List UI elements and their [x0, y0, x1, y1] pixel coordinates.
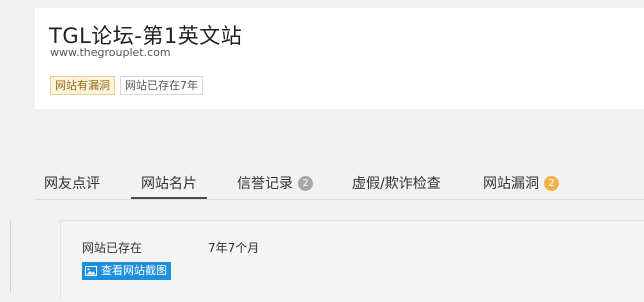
- site-header-card: TGL论坛-第1英文站 www.thegrouplet.com 网站有漏洞 网站…: [35, 8, 644, 109]
- site-age-badge: 网站已存在7年: [120, 76, 203, 95]
- tab-label: 网站漏洞: [483, 176, 539, 192]
- tab-bar: 网友点评 网站名片 信誉记录 2 虚假/欺诈检查 网站漏洞 2: [0, 160, 644, 200]
- vulnerability-badge[interactable]: 网站有漏洞: [50, 76, 115, 95]
- tab-fraud-check[interactable]: 虚假/欺诈检查: [352, 173, 441, 193]
- tab-label: 信誉记录: [237, 176, 293, 192]
- decorative-divider: [0, 220, 11, 302]
- site-badges: 网站有漏洞 网站已存在7年: [50, 76, 203, 95]
- tabs-divider: [35, 199, 644, 200]
- site-card-panel: 网站已存在 7年7个月 查看网站截图: [60, 220, 644, 298]
- site-age-value: 7年7个月: [208, 241, 260, 255]
- tab-label: 网友点评: [44, 176, 100, 192]
- tab-reviews[interactable]: 网友点评: [44, 173, 100, 193]
- view-screenshot-button[interactable]: 查看网站截图: [82, 262, 171, 280]
- button-label: 查看网站截图: [101, 264, 167, 277]
- tab-credit-record[interactable]: 信誉记录 2: [237, 173, 313, 193]
- count-badge: 2: [298, 175, 313, 191]
- count-badge: 2: [544, 175, 559, 191]
- site-url[interactable]: www.thegrouplet.com: [50, 46, 171, 59]
- tab-label: 网站名片: [141, 176, 197, 192]
- tab-vulnerabilities[interactable]: 网站漏洞 2: [483, 173, 559, 193]
- tab-label: 虚假/欺诈检查: [352, 176, 441, 192]
- site-age-label: 网站已存在: [82, 241, 143, 255]
- image-icon: [85, 266, 97, 276]
- tab-site-card[interactable]: 网站名片: [141, 173, 197, 193]
